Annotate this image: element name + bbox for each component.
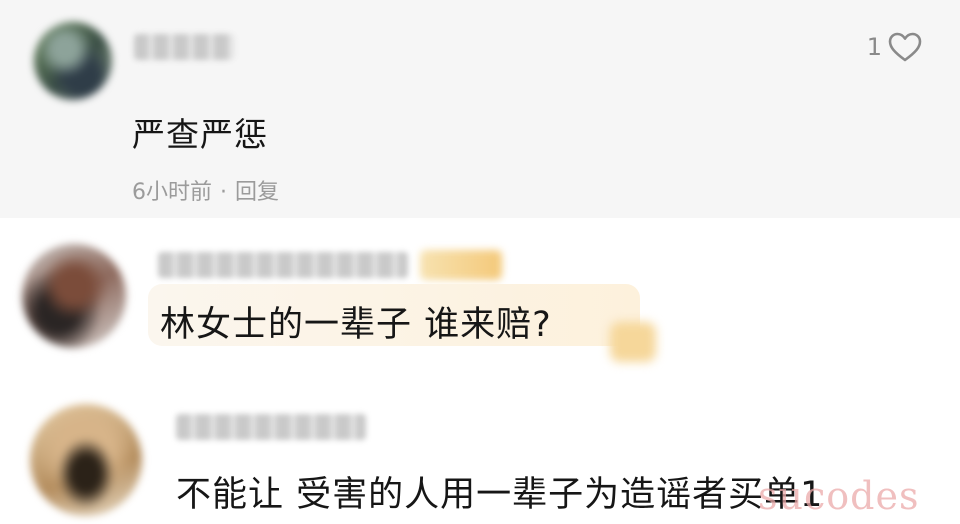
heart-outline-icon[interactable] <box>888 32 922 62</box>
avatar[interactable] <box>30 404 142 516</box>
avatar[interactable] <box>22 244 126 348</box>
avatar[interactable] <box>34 22 112 100</box>
username-blurred[interactable] <box>176 414 366 440</box>
watermark: sucodes <box>758 474 920 518</box>
username-blurred[interactable] <box>134 34 234 60</box>
comment-time: 6小时前 <box>132 180 212 205</box>
reply-button[interactable]: 回复 <box>235 180 279 205</box>
bubble-decoration <box>610 322 656 362</box>
like-button[interactable]: 1 <box>867 32 922 62</box>
comment-item: 1 严查严惩 6小时前 · 回复 <box>0 0 960 218</box>
comment-text: 严查严惩 <box>132 115 268 154</box>
like-count: 1 <box>866 33 882 61</box>
comment-text: 不能让 受害的人用一辈子为造谣者买单1 <box>176 475 824 515</box>
meta-separator: · <box>220 180 227 205</box>
username-blurred[interactable] <box>158 252 408 278</box>
user-badge-blurred <box>420 250 502 280</box>
comment-text: 林女士的一辈子 谁来赔? <box>160 305 552 345</box>
comment-meta: 6小时前 · 回复 <box>132 174 279 206</box>
